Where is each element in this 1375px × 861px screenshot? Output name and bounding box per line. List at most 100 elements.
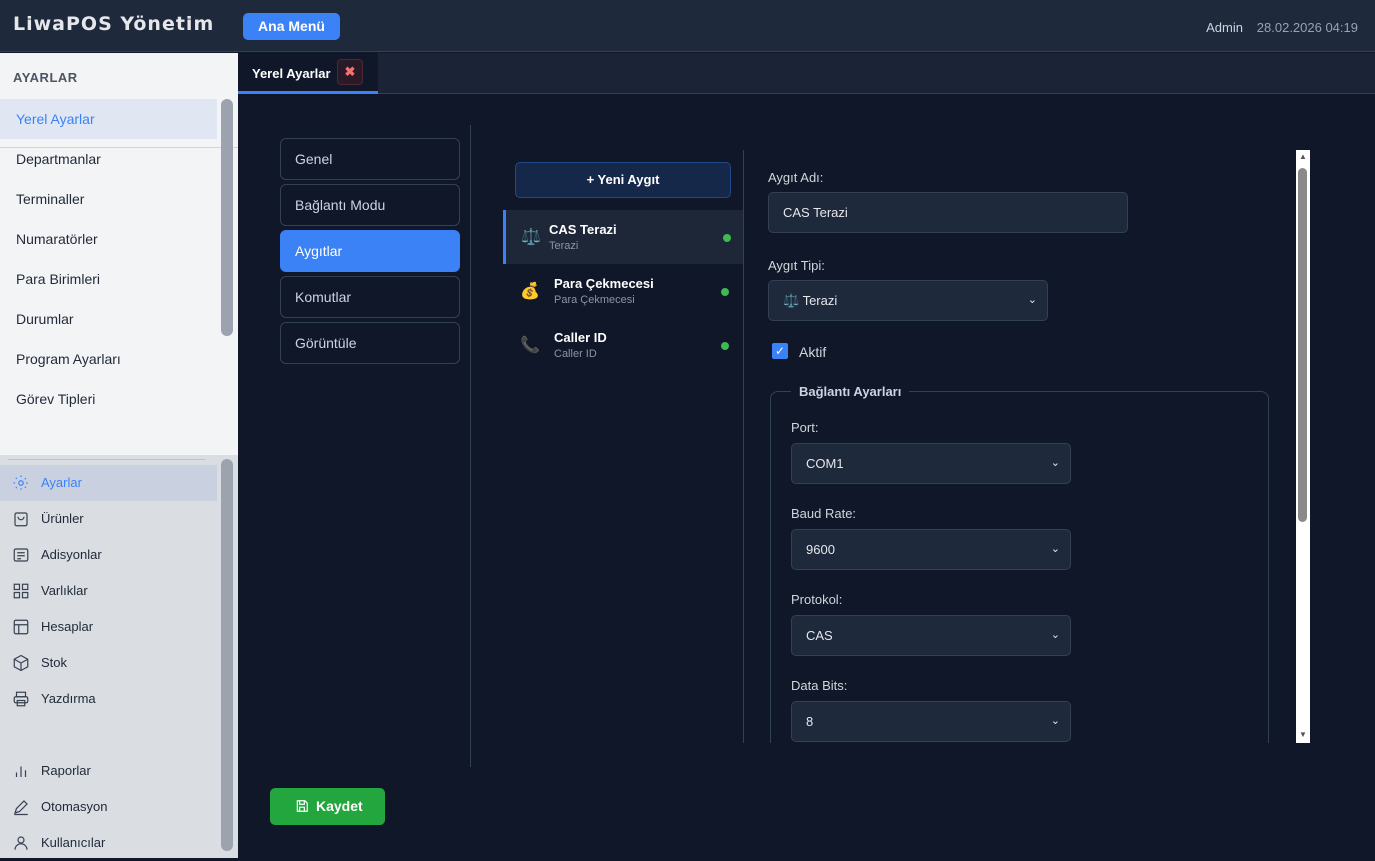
- port-select[interactable]: COM1 ⌄: [791, 443, 1071, 484]
- nav-adisyonlar[interactable]: Adisyonlar: [0, 537, 217, 573]
- tab-label[interactable]: Yerel Ayarlar: [252, 66, 331, 81]
- chevron-down-icon: ⌄: [1051, 702, 1060, 741]
- baud-rate-select[interactable]: 9600 ⌄: [791, 529, 1071, 570]
- status-dot: [721, 342, 729, 350]
- active-checkbox[interactable]: ✓: [772, 343, 788, 359]
- device-name-input[interactable]: CAS Terazi: [768, 192, 1128, 233]
- datetime: 28.02.2026 04:19: [1257, 20, 1358, 35]
- scroll-down-icon[interactable]: ▼: [1299, 730, 1307, 739]
- scroll-up-icon[interactable]: ▲: [1299, 152, 1307, 161]
- selected-value: 9600: [806, 542, 835, 557]
- nav-label: Otomasyon: [41, 799, 107, 814]
- bag-icon: [12, 510, 30, 528]
- tab-bar: [238, 53, 1375, 94]
- sidebar-item-durumlar[interactable]: Durumlar: [0, 299, 217, 339]
- printer-icon: [12, 690, 30, 708]
- nav-label: Raporlar: [41, 763, 91, 778]
- sidebar-title: AYARLAR: [13, 70, 78, 85]
- layout-icon: [12, 618, 30, 636]
- tab-aygitlar[interactable]: Aygıtlar: [280, 230, 460, 272]
- nav-varliklar[interactable]: Varlıklar: [0, 573, 217, 609]
- sidebar-scrollbar[interactable]: [221, 99, 233, 336]
- nav-ayarlar[interactable]: Ayarlar: [0, 465, 217, 501]
- settings-icon: [12, 474, 30, 492]
- device-type: Para Çekmecesi: [554, 294, 635, 306]
- selected-value: COM1: [806, 456, 844, 471]
- nav-yazdirma[interactable]: Yazdırma: [0, 681, 217, 717]
- sidebar-item-numaratorler[interactable]: Numaratörler: [0, 219, 217, 259]
- device-type-select[interactable]: ⚖️ Terazi ⌄: [768, 280, 1048, 321]
- user-icon: [12, 834, 30, 852]
- nav-label: Varlıklar: [41, 583, 88, 598]
- device-item[interactable]: ⚖️ CAS Terazi Terazi: [503, 210, 743, 264]
- device-item[interactable]: 📞 Caller ID Caller ID: [503, 318, 743, 372]
- close-tab-button[interactable]: ✖: [337, 59, 363, 85]
- nav-label: Ürünler: [41, 511, 84, 526]
- scale-icon: ⚖️: [521, 227, 541, 247]
- chart-icon: [12, 762, 30, 780]
- device-name-label: Aygıt Adı:: [768, 170, 823, 185]
- divider: [743, 150, 744, 743]
- selected-value: ⚖️ Terazi: [783, 293, 837, 308]
- sidebar-item-terminaller[interactable]: Terminaller: [0, 179, 217, 219]
- nav-label: Stok: [41, 655, 67, 670]
- form-scrollbar[interactable]: ▲ ▼: [1296, 150, 1310, 743]
- nav-label: Yazdırma: [41, 691, 96, 706]
- nav-label: Adisyonlar: [41, 547, 102, 562]
- device-type: Terazi: [549, 240, 578, 252]
- tab-komutlar[interactable]: Komutlar: [280, 276, 460, 318]
- box-icon: [12, 654, 30, 672]
- tab-goruntule[interactable]: Görüntüle: [280, 322, 460, 364]
- pen-icon: [12, 798, 30, 816]
- divider: [470, 125, 471, 767]
- chevron-down-icon: ⌄: [1051, 444, 1060, 483]
- selected-value: 8: [806, 714, 813, 729]
- main-menu-button[interactable]: Ana Menü: [243, 13, 340, 40]
- nav-scrollbar[interactable]: [221, 459, 233, 851]
- scroll-clip: [743, 743, 1303, 858]
- money-bag-icon: 💰: [520, 281, 540, 301]
- data-bits-label: Data Bits:: [791, 678, 847, 693]
- sidebar-item-yerel-ayarlar[interactable]: Yerel Ayarlar: [0, 99, 217, 139]
- sidebar-item-program-ayarlari[interactable]: Program Ayarları: [0, 339, 217, 379]
- status-dot: [721, 288, 729, 296]
- save-label: Kaydet: [316, 798, 363, 814]
- data-bits-select[interactable]: 8⌄: [791, 701, 1071, 742]
- active-label: Aktif: [799, 344, 826, 360]
- nav-otomasyon[interactable]: Otomasyon: [0, 789, 217, 825]
- device-name: CAS Terazi: [549, 222, 617, 237]
- chevron-down-icon: ⌄: [1028, 281, 1037, 320]
- connection-settings-legend: Bağlantı Ayarları: [791, 384, 909, 399]
- scrollbar-thumb[interactable]: [1298, 168, 1307, 522]
- app-logo: LiwaPOS Yönetim: [13, 13, 214, 35]
- user-name: Admin: [1206, 20, 1243, 35]
- device-type-label: Aygıt Tipi:: [768, 258, 825, 273]
- tab-genel[interactable]: Genel: [280, 138, 460, 180]
- sidebar-item-para-birimleri[interactable]: Para Birimleri: [0, 259, 217, 299]
- chevron-down-icon: ⌄: [1051, 530, 1060, 569]
- nav-label: Hesaplar: [41, 619, 93, 634]
- nav-label: Ayarlar: [41, 475, 82, 490]
- grid-icon: [12, 582, 30, 600]
- nav-kullanicilar[interactable]: Kullanıcılar: [0, 825, 217, 861]
- chevron-down-icon: ⌄: [1051, 616, 1060, 655]
- device-name: Caller ID: [554, 330, 607, 345]
- save-icon: [295, 799, 309, 813]
- nav-label: Kullanıcılar: [41, 835, 105, 850]
- port-label: Port:: [791, 420, 818, 435]
- protocol-select[interactable]: CAS ⌄: [791, 615, 1071, 656]
- nav-stok[interactable]: Stok: [0, 645, 217, 681]
- device-item[interactable]: 💰 Para Çekmecesi Para Çekmecesi: [503, 264, 743, 318]
- selected-value: CAS: [806, 628, 833, 643]
- nav-hesaplar[interactable]: Hesaplar: [0, 609, 217, 645]
- sidebar-item-gorev-tipleri[interactable]: Görev Tipleri: [0, 379, 217, 419]
- status-dot: [723, 234, 731, 242]
- new-device-button[interactable]: + Yeni Aygıt: [515, 162, 731, 198]
- device-name: Para Çekmecesi: [554, 276, 654, 291]
- tab-baglanti-modu[interactable]: Bağlantı Modu: [280, 184, 460, 226]
- nav-raporlar[interactable]: Raporlar: [0, 753, 217, 789]
- sidebar-item-departmanlar[interactable]: Departmanlar: [0, 139, 217, 179]
- nav-urunler[interactable]: Ürünler: [0, 501, 217, 537]
- save-button[interactable]: Kaydet: [270, 788, 385, 825]
- divider: [8, 459, 205, 460]
